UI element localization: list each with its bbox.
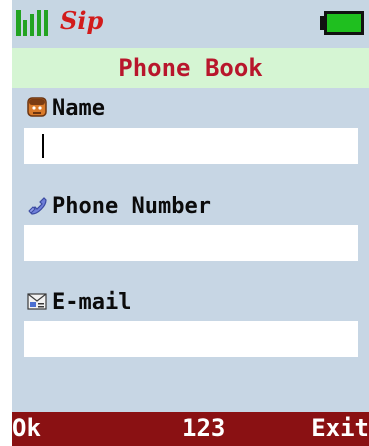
name-label-text: Name — [52, 96, 105, 121]
email-field[interactable] — [24, 321, 358, 357]
exit-softkey[interactable]: Exit — [311, 414, 369, 442]
phone-label-text: Phone Number — [52, 194, 211, 219]
phone-handset-icon — [28, 197, 47, 215]
battery-icon — [320, 11, 364, 35]
app-screen: Sip Phone Book Name Phone Number E-mail … — [12, 0, 369, 446]
signal-bars-icon — [16, 10, 48, 36]
email-label: E-mail — [26, 290, 131, 315]
title-bar: Phone Book — [12, 48, 369, 88]
phone-number-field[interactable] — [24, 225, 358, 261]
contact-face-icon — [27, 97, 47, 117]
phone-label: Phone Number — [26, 194, 211, 219]
input-mode-softkey[interactable]: 123 — [182, 414, 225, 442]
phone-screen: Sip Phone Book Name Phone Number E-mail … — [0, 0, 369, 446]
email-label-text: E-mail — [52, 290, 132, 315]
name-label: Name — [26, 96, 105, 121]
text-cursor — [42, 134, 44, 158]
carrier-logo: Sip — [60, 6, 104, 35]
softkey-bar: Ok 123 Exit — [12, 412, 369, 446]
status-bar: Sip — [12, 0, 369, 48]
name-field[interactable] — [24, 128, 358, 164]
page-title: Phone Book — [118, 54, 263, 82]
ok-softkey[interactable]: Ok — [12, 414, 41, 442]
email-card-icon — [27, 293, 47, 310]
